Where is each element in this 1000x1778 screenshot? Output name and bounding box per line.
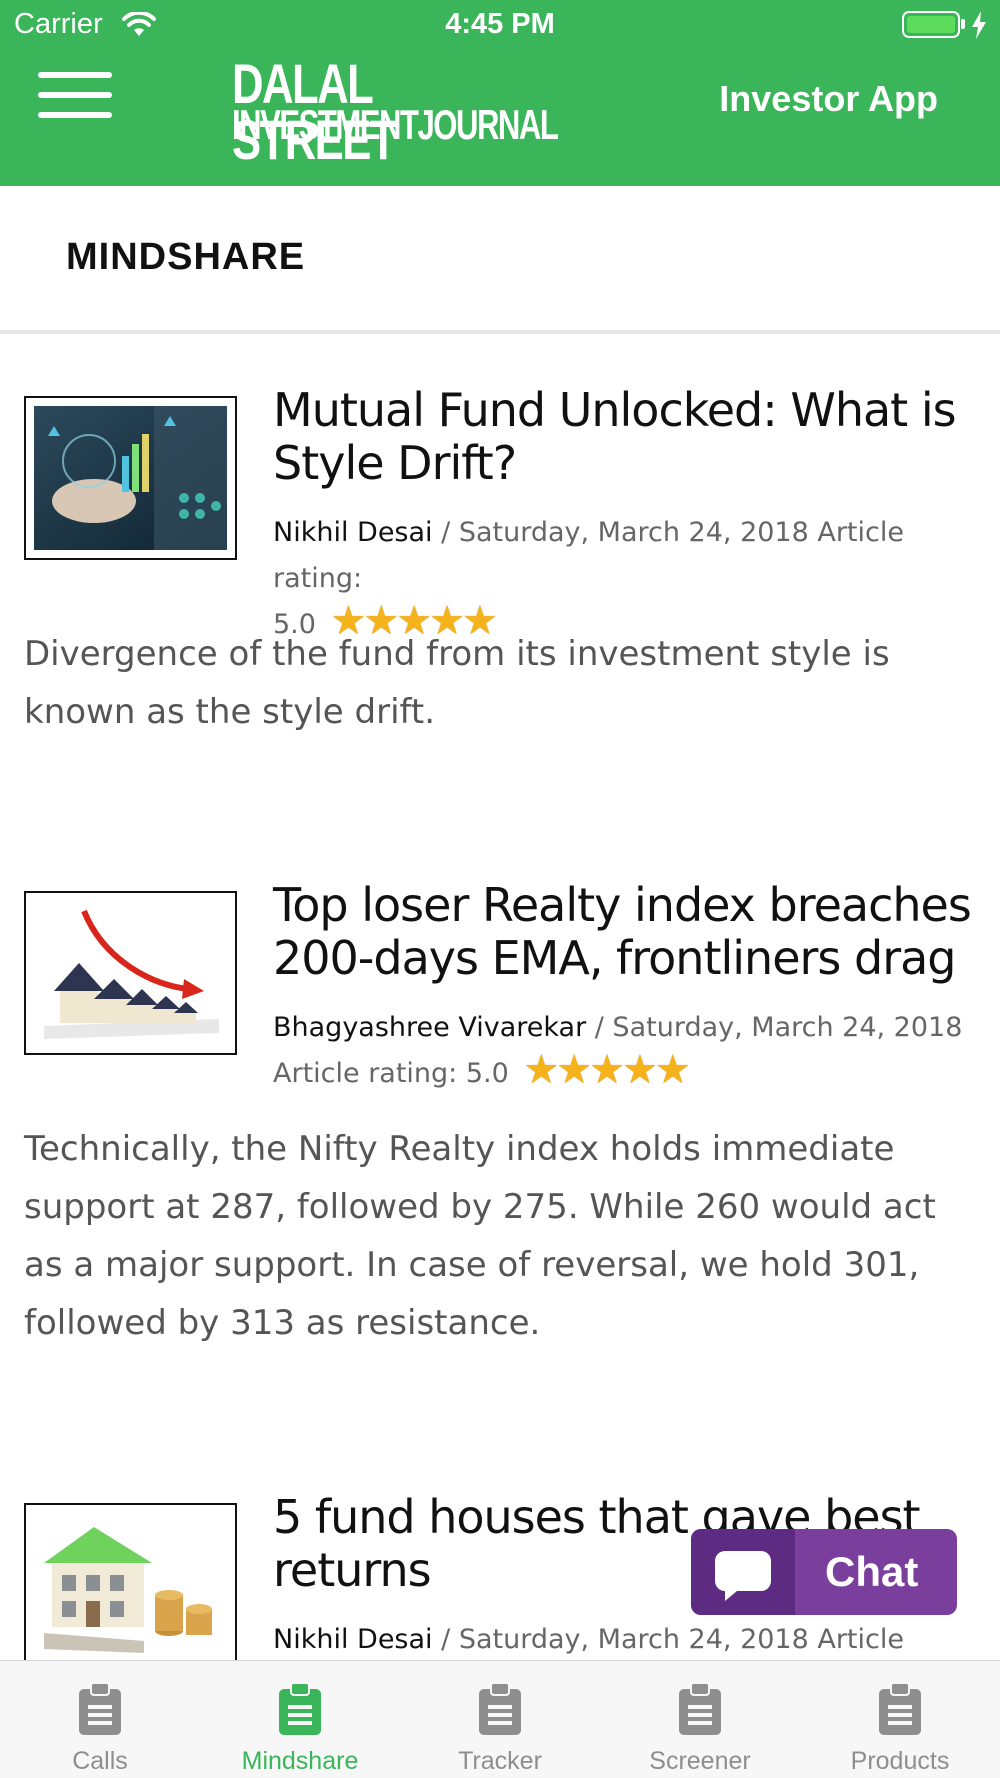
chat-button[interactable]: Chat (691, 1529, 957, 1615)
business-chart-image-icon (34, 406, 227, 550)
star-icon: ★ (622, 1046, 658, 1093)
star-icon: ★ (589, 1046, 625, 1093)
article-date: / Saturday, March 24, 2018 (586, 1012, 963, 1043)
page-title: MINDSHARE (66, 236, 306, 278)
tab-screener[interactable]: Screener (600, 1661, 800, 1778)
chat-bubble-icon (691, 1529, 795, 1615)
investor-app-link[interactable]: Investor App (719, 78, 938, 120)
tab-products[interactable]: Products (800, 1661, 1000, 1778)
logo-line-2: INVESTMENTJOURNAL (232, 101, 559, 148)
clipboard-icon (279, 1682, 321, 1735)
article-author[interactable]: Nikhil Desai (273, 1624, 433, 1655)
app-logo[interactable]: DALAL STREET INVESTMENTJOURNAL (232, 52, 559, 171)
clipboard-icon (79, 1682, 121, 1735)
battery-icon (902, 11, 960, 38)
star-icon: ★ (654, 1046, 691, 1093)
article-rating-value: 5.0 (465, 1058, 509, 1089)
charging-bolt-icon (972, 11, 986, 39)
tab-label: Calls (72, 1747, 128, 1775)
tab-mindshare[interactable]: Mindshare (200, 1661, 400, 1778)
article-title[interactable]: Top loser Realty index breaches 200-days… (273, 879, 973, 985)
status-bar: Carrier 4:45 PM (0, 0, 1000, 50)
tab-tracker[interactable]: Tracker (400, 1661, 600, 1778)
article-excerpt: Divergence of the fund from its investme… (24, 634, 890, 732)
clipboard-icon (679, 1682, 721, 1735)
tab-calls[interactable]: Calls (0, 1661, 200, 1778)
app-header: Carrier 4:45 PM DALAL STREET INVESTMENTJ… (0, 0, 1000, 186)
house-with-coins-image-icon (34, 1513, 227, 1657)
article-excerpt: Technically, the Nifty Realty index hold… (24, 1129, 936, 1343)
article-title[interactable]: Mutual Fund Unlocked: What is Style Drif… (273, 384, 973, 490)
chat-label: Chat (825, 1548, 919, 1595)
tab-label: Screener (649, 1747, 751, 1775)
article-meta: Bhagyashree Vivarekar / Saturday, March … (273, 1005, 973, 1098)
clipboard-icon (479, 1682, 521, 1735)
article-rating-label: Article rating: (273, 1058, 466, 1089)
hamburger-menu-icon[interactable] (38, 72, 112, 124)
clipboard-icon (879, 1682, 921, 1735)
star-icon: ★ (523, 1046, 560, 1093)
bottom-tab-bar: Calls Mindshare Tracker Screener Product… (0, 1660, 1000, 1778)
star-icon: ★ (556, 1046, 593, 1093)
section-divider (0, 330, 1000, 334)
article-author[interactable]: Nikhil Desai (273, 517, 433, 548)
tab-label: Mindshare (241, 1747, 359, 1775)
article-thumbnail[interactable] (24, 396, 237, 560)
logo-line-1: DALAL STREET (232, 52, 397, 171)
clock: 4:45 PM (445, 8, 555, 40)
article-author[interactable]: Bhagyashree Vivarekar (273, 1012, 586, 1043)
rating-stars: ★★★★★ (523, 1046, 690, 1098)
tab-label: Tracker (458, 1747, 542, 1775)
article-thumbnail[interactable] (24, 891, 237, 1055)
tab-label: Products (850, 1747, 950, 1775)
article-thumbnail[interactable] (24, 1503, 237, 1667)
houses-falling-arrow-image-icon (34, 901, 227, 1045)
battery-nub (961, 19, 965, 29)
